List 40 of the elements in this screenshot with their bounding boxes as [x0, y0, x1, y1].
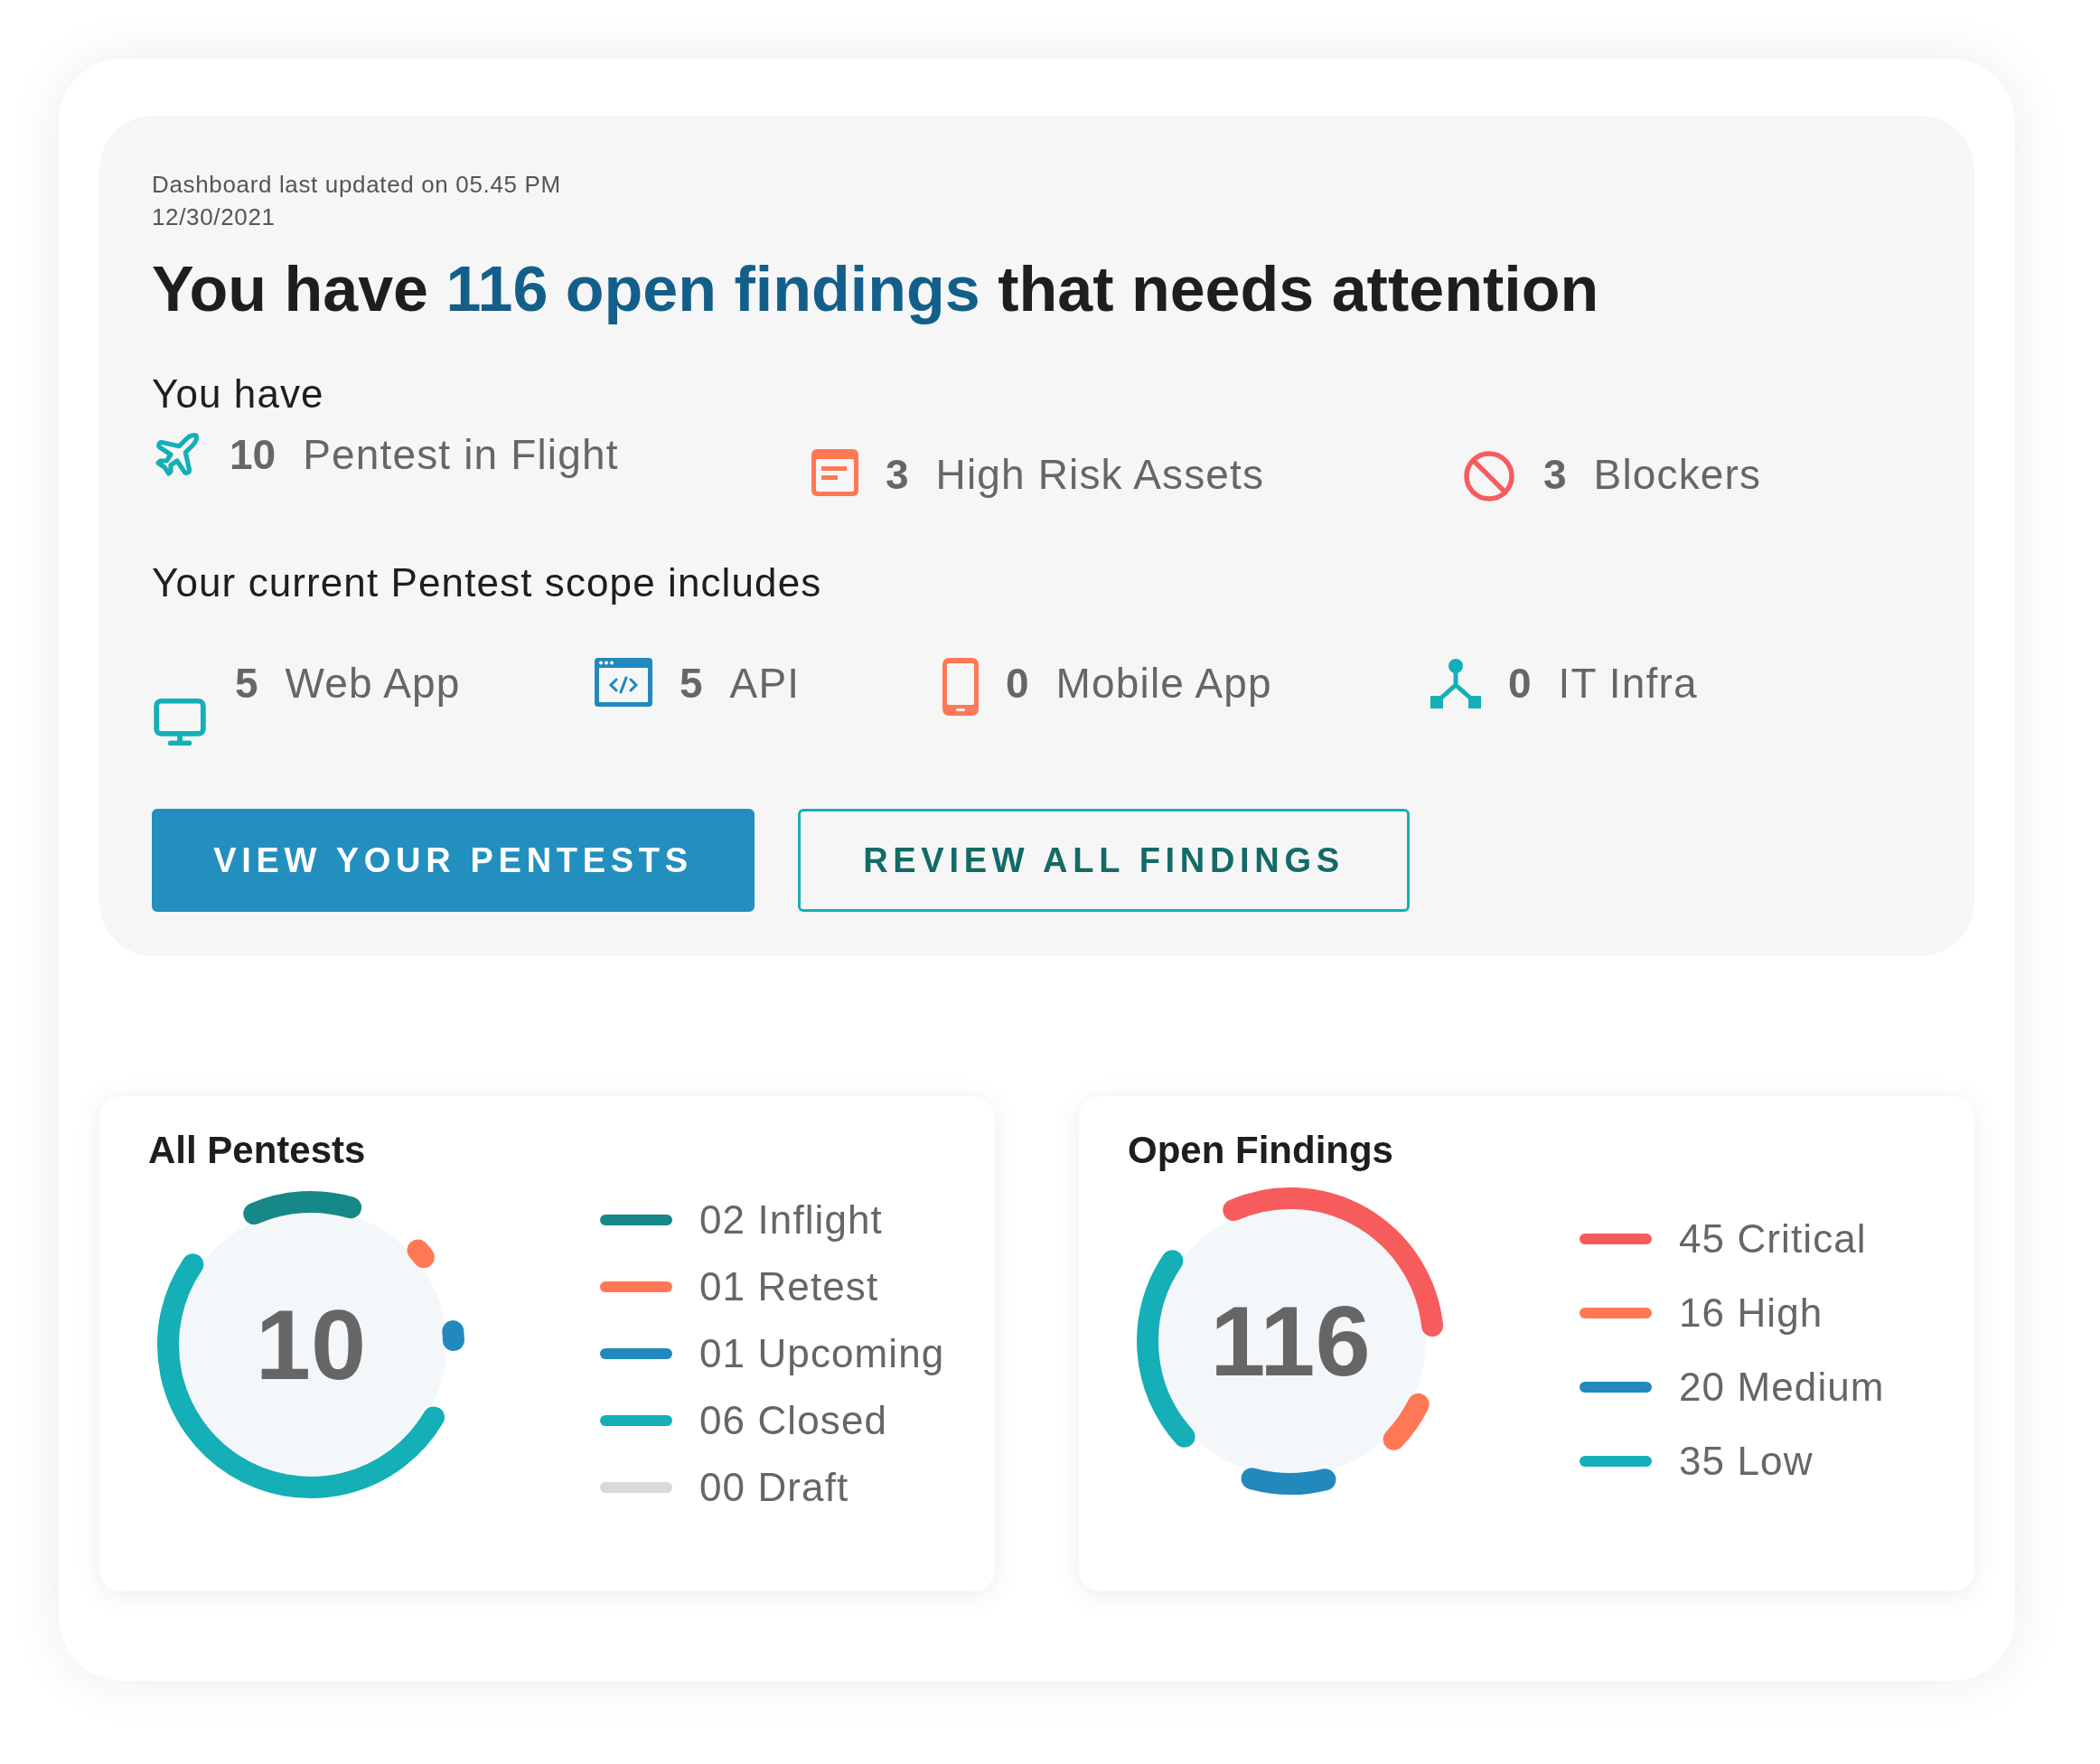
legend-label: 02 Inflight	[699, 1196, 883, 1243]
stat-count: 3	[1543, 450, 1567, 500]
legend-label: 45 Critical	[1679, 1215, 1867, 1262]
action-button[interactable]: REVIEW ALL FINDINGS	[798, 809, 1410, 912]
ring-arc	[1383, 1393, 1430, 1450]
legend-label: 20 Medium	[1679, 1364, 1885, 1411]
headline: You have 116 open findings that needs attention	[152, 253, 1600, 326]
card-title: Open Findings	[1128, 1128, 1394, 1173]
legend-label: 16 High	[1679, 1290, 1823, 1337]
legend-label: 35 Low	[1679, 1438, 1814, 1485]
stat-label: IT Infra	[1558, 659, 1698, 708]
last-updated: Dashboard last updated on 05.45 PM	[152, 170, 562, 200]
legend-label: 01 Retest	[699, 1263, 879, 1310]
legend-label: 00 Draft	[699, 1464, 849, 1511]
document-icon	[811, 449, 858, 496]
stat-count: 3	[886, 450, 909, 500]
card-title: All Pentests	[148, 1128, 367, 1173]
stat-count: 10	[230, 430, 277, 480]
stat-count: 0	[1508, 659, 1532, 708]
action-button[interactable]: VIEW YOUR PENTESTS	[152, 809, 755, 912]
section-label: You have	[152, 371, 325, 418]
legend-label: 06 Closed	[699, 1397, 888, 1444]
stat-label: Web App	[285, 659, 461, 708]
stat-count: 0	[1006, 659, 1029, 708]
stat-label: High Risk Assets	[935, 450, 1265, 500]
stat-count: 5	[680, 659, 703, 708]
code-window-icon	[595, 658, 652, 707]
stat-label: Mobile App	[1055, 659, 1272, 708]
update-date: 12/30/2021	[152, 202, 277, 232]
network-icon	[1430, 658, 1481, 708]
section-label: Your current Pentest scope includes	[152, 559, 823, 606]
stat-label: Pentest in Flight	[303, 430, 619, 480]
legend-label: 01 Upcoming	[699, 1330, 945, 1377]
total-count: 116	[1210, 1291, 1371, 1391]
blocked-icon	[1462, 449, 1516, 503]
stat-label: API	[729, 659, 801, 708]
total-count: 10	[255, 1295, 367, 1394]
stat-count: 5	[235, 659, 258, 708]
stat-label: Blockers	[1593, 450, 1762, 500]
smartphone-icon	[942, 658, 979, 716]
